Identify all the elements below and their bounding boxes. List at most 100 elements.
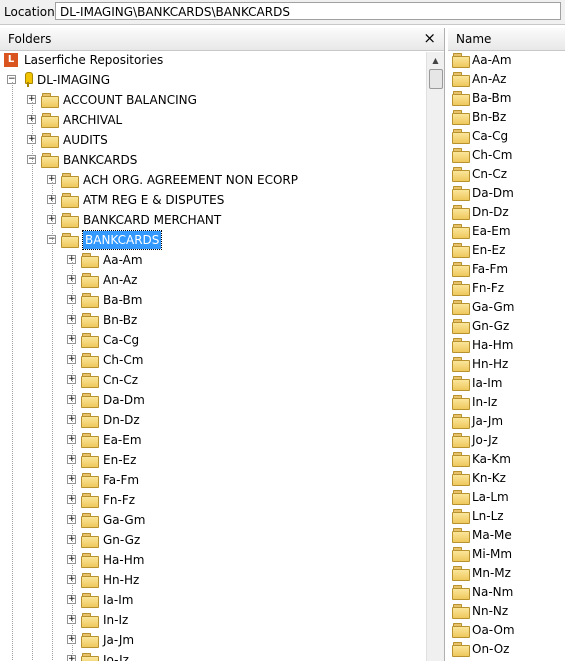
- folder-icon: [61, 233, 79, 248]
- list-item[interactable]: Na-Nm: [448, 583, 565, 602]
- list-item-label: Ha-Hm: [472, 338, 514, 352]
- folder-icon: [452, 528, 470, 543]
- list-item[interactable]: Ga-Gm: [448, 298, 565, 317]
- tree-item-folder[interactable]: + Ga-Gm: [0, 510, 420, 530]
- tree-item-folder[interactable]: + ACCOUNT BALANCING: [0, 90, 420, 110]
- list-item[interactable]: Bn-Bz: [448, 108, 565, 127]
- list-item[interactable]: Ea-Em: [448, 222, 565, 241]
- tree-scrollbar[interactable]: ▲: [426, 52, 444, 661]
- list-item[interactable]: Ja-Jm: [448, 412, 565, 431]
- list-item[interactable]: Ma-Me: [448, 526, 565, 545]
- tree-item-folder[interactable]: + Fn-Fz: [0, 490, 420, 510]
- tree-item-folder[interactable]: + Ia-Im: [0, 590, 420, 610]
- location-label: Location:: [4, 5, 59, 19]
- folder-icon: [452, 110, 470, 125]
- contents-pane: Name Aa-Am An-Az Ba-Bm Bn-Bz Ca-Cg Ch-Cm Cn-Cz…: [448, 28, 565, 661]
- tree-item-folder[interactable]: + ACH ORG. AGREEMENT NON ECORP: [0, 170, 420, 190]
- tree-item-folder[interactable]: + In-Iz: [0, 610, 420, 630]
- list-item[interactable]: Ia-Im: [448, 374, 565, 393]
- list-item[interactable]: Da-Dm: [448, 184, 565, 203]
- tree-item-label: Ca-Cg: [103, 333, 140, 347]
- list-item[interactable]: Ka-Km: [448, 450, 565, 469]
- scroll-up-arrow-icon[interactable]: ▲: [428, 53, 443, 68]
- folder-icon: [452, 72, 470, 87]
- tree-item-folder[interactable]: + Dn-Dz: [0, 410, 420, 430]
- folder-icon: [61, 213, 79, 228]
- folder-icon: [81, 493, 99, 508]
- tree-item-label: Gn-Gz: [103, 533, 141, 547]
- tree-item-folder[interactable]: + ATM REG E & DISPUTES: [0, 190, 420, 210]
- folder-icon: [81, 453, 99, 468]
- location-path-field[interactable]: DL-IMAGING\BANKCARDS\BANKCARDS: [55, 2, 561, 20]
- list-item-label: Da-Dm: [472, 186, 514, 200]
- tree-item-folder[interactable]: + Hn-Hz: [0, 570, 420, 590]
- tree-guide-line: [72, 262, 73, 661]
- tree-item-folder[interactable]: + En-Ez: [0, 450, 420, 470]
- list-item[interactable]: Mi-Mm: [448, 545, 565, 564]
- list-item-label: Ia-Im: [472, 376, 503, 390]
- tree-item-label: Fa-Fm: [103, 473, 140, 487]
- folder-icon: [452, 338, 470, 353]
- list-item[interactable]: Hn-Hz: [448, 355, 565, 374]
- tree-item-folder[interactable]: + Ba-Bm: [0, 290, 420, 310]
- list-item[interactable]: Gn-Gz: [448, 317, 565, 336]
- list-item[interactable]: Fn-Fz: [448, 279, 565, 298]
- name-column-header[interactable]: Name: [448, 28, 565, 51]
- tree-item-folder[interactable]: + Da-Dm: [0, 390, 420, 410]
- tree-item-folder[interactable]: + Cn-Cz: [0, 370, 420, 390]
- tree-item-label: Ch-Cm: [103, 353, 144, 367]
- list-item[interactable]: An-Az: [448, 70, 565, 89]
- folder-icon: [452, 395, 470, 410]
- tree-item-label: An-Az: [103, 273, 138, 287]
- tree-item-folder[interactable]: + Fa-Fm: [0, 470, 420, 490]
- tree-item-folder[interactable]: + Ca-Cg: [0, 330, 420, 350]
- list-item[interactable]: Aa-Am: [448, 51, 565, 70]
- list-item[interactable]: En-Ez: [448, 241, 565, 260]
- tree-item-folder[interactable]: + AUDITS: [0, 130, 420, 150]
- list-item[interactable]: Ca-Cg: [448, 127, 565, 146]
- folder-icon: [452, 585, 470, 600]
- tree-item-dl-imaging[interactable]: − DL-IMAGING: [0, 70, 420, 90]
- list-item[interactable]: La-Lm: [448, 488, 565, 507]
- tree-item-folder[interactable]: + Ha-Hm: [0, 550, 420, 570]
- close-folders-pane-button[interactable]: ×: [423, 29, 436, 47]
- tree-item-folder[interactable]: + ARCHIVAL: [0, 110, 420, 130]
- list-item[interactable]: Ba-Bm: [448, 89, 565, 108]
- list-item[interactable]: Mn-Mz: [448, 564, 565, 583]
- tree-item-folder[interactable]: + BANKCARD MERCHANT: [0, 210, 420, 230]
- list-item[interactable]: In-Iz: [448, 393, 565, 412]
- list-item[interactable]: Jo-Jz: [448, 431, 565, 450]
- list-item-label: Fn-Fz: [472, 281, 505, 295]
- tree-item-folder[interactable]: − BANKCARDS: [0, 150, 420, 170]
- tree-item-folder[interactable]: + Jo-Jz: [0, 650, 420, 661]
- list-item[interactable]: Oa-Om: [448, 621, 565, 640]
- list-item-label: Ma-Me: [472, 528, 512, 542]
- list-item[interactable]: Fa-Fm: [448, 260, 565, 279]
- tree-item-folder[interactable]: + Aa-Am: [0, 250, 420, 270]
- tree-item-label: ARCHIVAL: [63, 113, 123, 127]
- list-item[interactable]: On-Oz: [448, 640, 565, 659]
- folder-icon: [452, 53, 470, 68]
- list-item[interactable]: Nn-Nz: [448, 602, 565, 621]
- scroll-thumb[interactable]: [429, 69, 443, 89]
- list-item[interactable]: Cn-Cz: [448, 165, 565, 184]
- list-item[interactable]: Ha-Hm: [448, 336, 565, 355]
- tree-item-label: En-Ez: [103, 453, 137, 467]
- tree-item-folder[interactable]: + Ja-Jm: [0, 630, 420, 650]
- list-item-label: Gn-Gz: [472, 319, 510, 333]
- list-item[interactable]: Ch-Cm: [448, 146, 565, 165]
- tree-item-folder[interactable]: + Bn-Bz: [0, 310, 420, 330]
- list-item-label: Mi-Mm: [472, 547, 513, 561]
- tree-item-folder[interactable]: − BANKCARDS: [0, 230, 420, 250]
- list-item[interactable]: Dn-Dz: [448, 203, 565, 222]
- folder-icon: [81, 653, 99, 661]
- list-item-label: Ja-Jm: [472, 414, 504, 428]
- list-item[interactable]: Ln-Lz: [448, 507, 565, 526]
- list-item-label: Na-Nm: [472, 585, 514, 599]
- tree-item-folder[interactable]: + Ea-Em: [0, 430, 420, 450]
- tree-item-folder[interactable]: + Ch-Cm: [0, 350, 420, 370]
- tree-item-folder[interactable]: + Gn-Gz: [0, 530, 420, 550]
- list-item[interactable]: Kn-Kz: [448, 469, 565, 488]
- tree-item-label: Laserfiche Repositories: [24, 53, 164, 67]
- tree-item-folder[interactable]: + An-Az: [0, 270, 420, 290]
